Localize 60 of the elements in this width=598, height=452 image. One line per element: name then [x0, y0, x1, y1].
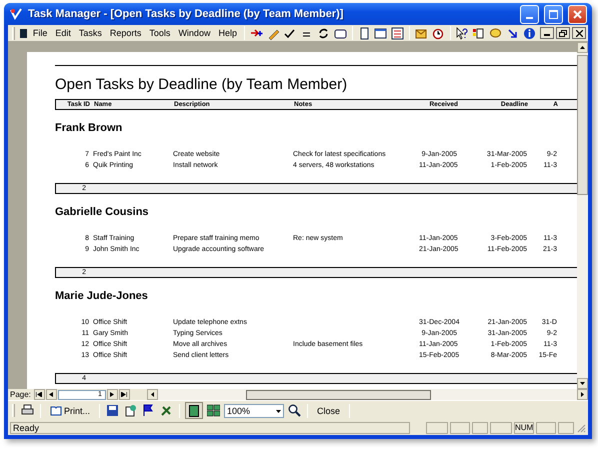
group-heading: Marie Jude-Jones [55, 290, 149, 302]
close-icon [573, 10, 582, 18]
horizontal-scrollbar[interactable] [146, 389, 588, 400]
menu-item[interactable]: Help [215, 28, 240, 38]
info-icon[interactable] [522, 26, 536, 40]
menu-item[interactable]: Tasks [76, 28, 105, 38]
book-icon [50, 406, 62, 416]
minimize-button[interactable] [540, 27, 554, 39]
export-icon[interactable] [123, 403, 138, 418]
close-preview-button[interactable]: Close [313, 402, 344, 419]
restore-button[interactable] [556, 27, 570, 39]
status-panel [472, 422, 488, 434]
group-heading: Gabrielle Cousins [55, 206, 150, 218]
one-page-button[interactable] [185, 402, 204, 419]
window-title: Task Manager - [Open Tasks by Deadline (by Team Member)] [28, 8, 344, 20]
chart-icon[interactable] [471, 26, 486, 40]
menu-item[interactable]: File [30, 28, 50, 38]
scroll-thumb[interactable] [577, 55, 588, 195]
next-page-icon[interactable] [106, 389, 118, 400]
resize-grip-icon [576, 422, 586, 432]
last-page-icon[interactable] [118, 389, 130, 400]
first-page-icon[interactable] [34, 389, 45, 400]
close-button[interactable] [572, 27, 586, 39]
menu-item[interactable]: Tools [146, 28, 174, 38]
restore-icon [559, 30, 568, 36]
magnifier-icon[interactable] [287, 403, 302, 418]
document-icon[interactable] [18, 28, 28, 38]
scroll-down-icon[interactable] [577, 378, 588, 389]
group-heading: Frank Brown [55, 122, 124, 134]
multiple-pages-icon[interactable] [206, 403, 222, 418]
status-panel [426, 422, 448, 434]
vertical-scrollbar[interactable] [577, 42, 588, 389]
report-title: Open Tasks by Deadline (by Team Member) [55, 76, 348, 93]
app-icon [9, 7, 23, 21]
page-icon [189, 404, 200, 416]
page-label: Page: [9, 390, 32, 399]
zoom-dropdown[interactable]: 100% [224, 404, 284, 418]
save-icon[interactable] [105, 403, 120, 418]
menu-item[interactable]: Edit [52, 28, 74, 38]
print-button[interactable]: Print... [46, 402, 94, 419]
previous-page-icon[interactable] [46, 389, 57, 400]
help-pointer-icon[interactable] [454, 26, 470, 40]
form-icon[interactable] [373, 26, 388, 40]
scroll-up-icon[interactable] [577, 42, 588, 53]
status-text: Ready [10, 422, 410, 434]
maximize-button[interactable] [544, 4, 563, 24]
minimize-icon [526, 16, 533, 18]
maximize-icon [549, 10, 558, 18]
status-panel [536, 422, 556, 434]
scroll-left-icon[interactable] [146, 389, 158, 400]
status-panel [450, 422, 470, 434]
close-icon [576, 30, 583, 36]
menu-item[interactable]: Reports [106, 28, 144, 38]
status-panel [558, 422, 574, 434]
report-icon[interactable] [390, 26, 405, 40]
scroll-right-icon[interactable] [577, 389, 588, 400]
scroll-thumb[interactable] [246, 390, 431, 400]
num-lock-indicator: NUM [514, 422, 534, 434]
menu-item[interactable]: Window [175, 28, 214, 38]
status-panel [490, 422, 512, 434]
